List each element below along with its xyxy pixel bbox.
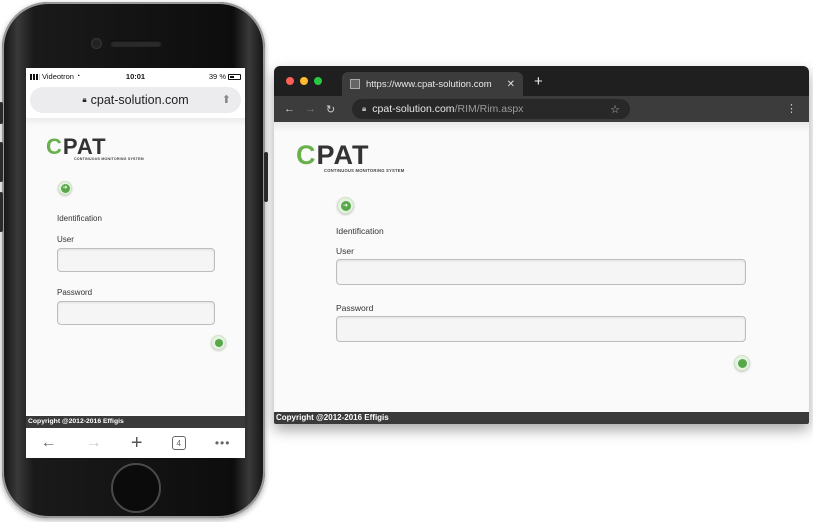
power-button bbox=[264, 152, 268, 202]
identification-label: Identification bbox=[57, 214, 102, 223]
plus-icon[interactable]: + bbox=[131, 432, 143, 455]
favicon-icon bbox=[350, 79, 360, 89]
user-input[interactable] bbox=[57, 248, 215, 272]
status-bar: Videotron ◔ 10:01 39 % bbox=[26, 68, 245, 85]
front-camera bbox=[91, 38, 102, 49]
mobile-bottom-toolbar: ← → + 4 ••• bbox=[26, 428, 245, 458]
footer-copyright: Copyright @2012-2016 Effigis bbox=[26, 416, 245, 428]
identification-label: Identification bbox=[336, 226, 384, 236]
tab-title: https://www.cpat-solution.com bbox=[366, 78, 492, 90]
go-button-top[interactable]: ➜ bbox=[337, 197, 354, 214]
cpat-logo: C PAT CONTINUOUS MONITORING SYSTEM bbox=[46, 134, 144, 161]
mobile-url: cpat-solution.com bbox=[90, 93, 189, 107]
mobile-page-content: C PAT CONTINUOUS MONITORING SYSTEM ➜ Iden… bbox=[26, 118, 245, 428]
back-arrow-icon[interactable]: ← bbox=[41, 434, 57, 452]
address-bar[interactable]: 🔒︎ cpat-solution.com/RIM/Rim.aspx ☆ bbox=[352, 99, 630, 119]
battery-icon bbox=[228, 73, 241, 80]
navigation-bar: ← → ↻ 🔒︎ cpat-solution.com/RIM/Rim.aspx … bbox=[274, 96, 809, 122]
forward-arrow-icon[interactable]: → bbox=[86, 434, 102, 452]
phone-mockup: Videotron ◔ 10:01 39 % 🔒︎ cpat-solution.… bbox=[0, 2, 268, 518]
submit-button[interactable] bbox=[734, 355, 750, 371]
share-icon[interactable]: ⬆︎ bbox=[222, 93, 231, 106]
more-icon[interactable]: ••• bbox=[215, 436, 231, 450]
go-button-icon: ➜ bbox=[340, 200, 351, 211]
user-label: User bbox=[336, 246, 354, 256]
tab-strip: https://www.cpat-solution.com ✕ + bbox=[274, 66, 809, 96]
password-input[interactable] bbox=[57, 301, 215, 325]
user-input[interactable] bbox=[336, 259, 746, 285]
password-input[interactable] bbox=[336, 316, 746, 342]
volume-down-button bbox=[0, 192, 3, 232]
lock-icon: 🔒︎ bbox=[82, 95, 87, 104]
reload-icon[interactable]: ↻ bbox=[326, 103, 335, 116]
new-tab-icon[interactable]: + bbox=[534, 73, 543, 90]
url-path: /RIM/Rim.aspx bbox=[454, 103, 524, 115]
submit-button[interactable] bbox=[211, 335, 226, 350]
forward-arrow-icon[interactable]: → bbox=[305, 103, 316, 115]
mute-switch bbox=[0, 102, 3, 124]
logo-c: C bbox=[296, 140, 317, 170]
back-arrow-icon[interactable]: ← bbox=[284, 103, 295, 115]
close-tab-icon[interactable]: ✕ bbox=[507, 79, 515, 90]
mobile-address-bar[interactable]: 🔒︎ cpat-solution.com ⬆︎ bbox=[30, 87, 241, 113]
logo-wordmark: C PAT bbox=[296, 140, 404, 171]
close-window-button[interactable] bbox=[286, 77, 294, 85]
go-button-top[interactable]: ➜ bbox=[58, 181, 72, 195]
volume-up-button bbox=[0, 142, 3, 182]
url-host: cpat-solution.com bbox=[372, 103, 455, 115]
password-label: Password bbox=[336, 303, 374, 313]
footer-copyright: Copyright @2012-2016 Effigis bbox=[274, 412, 809, 424]
logo-tagline: CONTINUOUS MONITORING SYSTEM bbox=[324, 168, 405, 173]
user-label: User bbox=[57, 235, 74, 244]
logo-c: C bbox=[46, 134, 63, 159]
browser-tab[interactable]: https://www.cpat-solution.com ✕ bbox=[342, 72, 523, 96]
desktop-browser: https://www.cpat-solution.com ✕ + ← → ↻ … bbox=[274, 66, 809, 424]
password-label: Password bbox=[57, 288, 93, 297]
menu-icon[interactable]: ⋮ bbox=[786, 102, 797, 115]
stage: Videotron ◔ 10:01 39 % 🔒︎ cpat-solution.… bbox=[0, 0, 813, 522]
go-button-icon: ➜ bbox=[60, 183, 70, 193]
cpat-logo: C PAT CONTINUOUS MONITORING SYSTEM bbox=[296, 140, 404, 173]
go-button-icon bbox=[214, 338, 223, 347]
minimize-window-button[interactable] bbox=[300, 77, 308, 85]
maximize-window-button[interactable] bbox=[314, 77, 322, 85]
star-icon[interactable]: ☆ bbox=[610, 103, 620, 116]
phone-screen: Videotron ◔ 10:01 39 % 🔒︎ cpat-solution.… bbox=[26, 68, 245, 458]
earpiece-speaker bbox=[110, 40, 162, 47]
logo-tagline: CONTINUOUS MONITORING SYSTEM bbox=[74, 157, 144, 161]
home-button[interactable] bbox=[111, 463, 161, 513]
go-button-icon bbox=[737, 358, 747, 368]
logo-pat: PAT bbox=[316, 140, 370, 170]
tabs-icon[interactable]: 4 bbox=[171, 436, 186, 450]
desktop-page-content: C PAT CONTINUOUS MONITORING SYSTEM ➜ Iden… bbox=[274, 122, 809, 412]
lock-icon: 🔒︎ bbox=[362, 104, 367, 113]
status-time: 10:01 bbox=[125, 72, 146, 81]
